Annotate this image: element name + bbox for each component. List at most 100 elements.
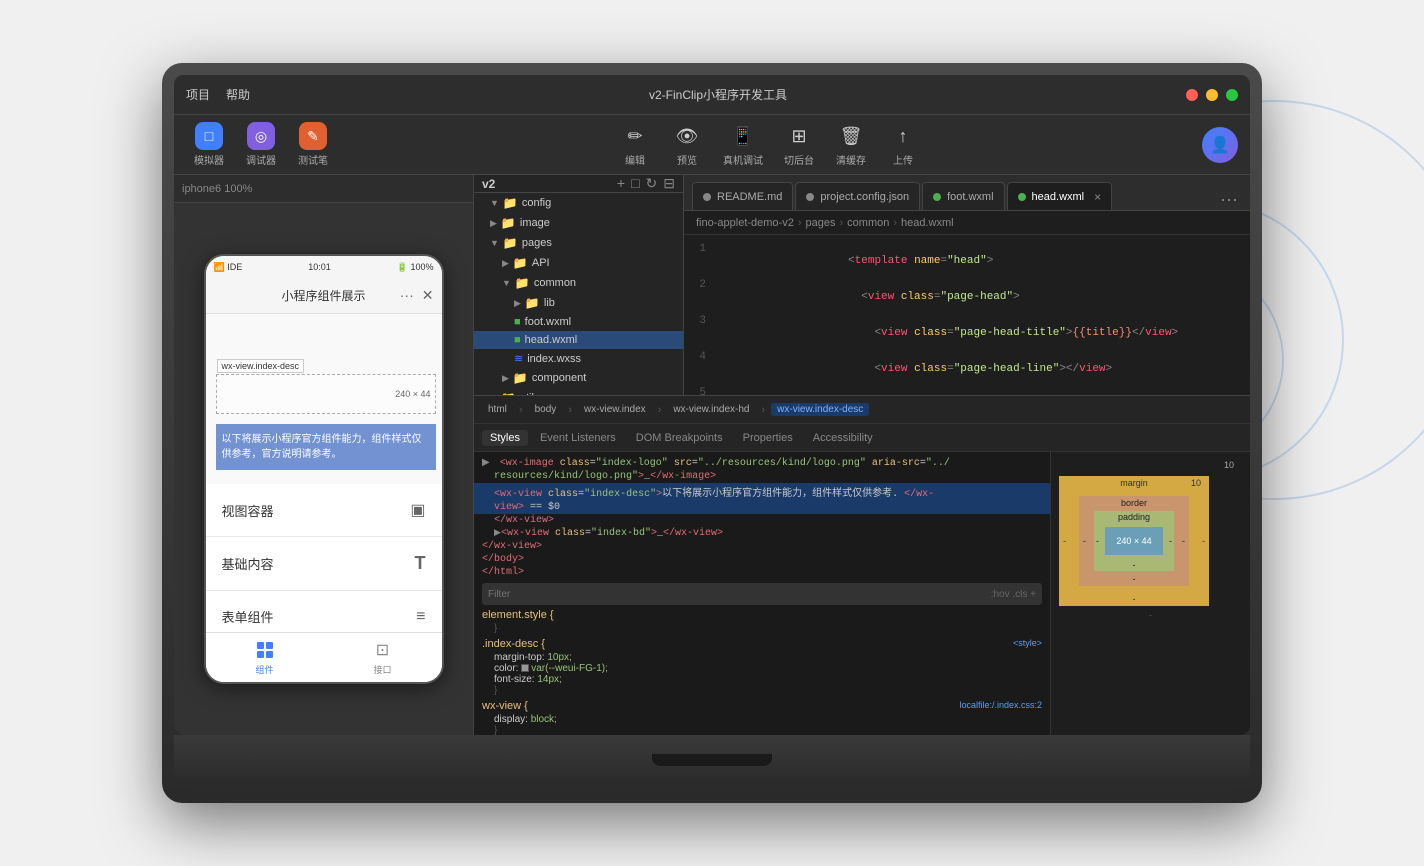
tab-head-wxml[interactable]: head.wxml × [1007, 182, 1113, 210]
debugger-icon: ◎ [247, 122, 275, 150]
menu-item-project[interactable]: 项目 [186, 86, 210, 103]
folder-icon-component: 📁 [513, 371, 528, 385]
test-mode-button[interactable]: ✎ 测试笔 [290, 118, 336, 171]
tree-file-index-wxss[interactable]: ≋ index.wxss [474, 349, 683, 368]
simulator-mode-button[interactable]: □ 模拟器 [186, 118, 232, 171]
maximize-button[interactable] [1226, 89, 1238, 101]
upload-icon: ↑ [887, 122, 919, 150]
element-wx-view-index[interactable]: wx-view.index [578, 403, 652, 416]
tab-properties[interactable]: Properties [735, 430, 801, 446]
folder-icon-image: 📁 [501, 216, 516, 230]
tree-folder-api[interactable]: 📁 API [474, 253, 683, 273]
html-line-9[interactable]: </html> [474, 566, 1050, 579]
tab-event-listeners[interactable]: Event Listeners [532, 430, 624, 446]
tree-file-foot-wxml[interactable]: ■ foot.wxml [474, 313, 683, 331]
css-source-local[interactable]: localfile:/.index.css:2 [959, 700, 1042, 710]
new-folder-icon[interactable]: □ [631, 175, 639, 192]
element-body[interactable]: body [529, 403, 563, 416]
tab-styles[interactable]: Styles [482, 430, 528, 446]
minimize-button[interactable] [1206, 89, 1218, 101]
breadcrumb-pages: pages [806, 217, 836, 229]
refresh-icon[interactable]: ↻ [646, 175, 658, 192]
html-line-6[interactable]: ▶<wx-view class="index-bd">_</wx-view> [474, 527, 1050, 540]
tree-folder-common[interactable]: 📁 common [474, 273, 683, 293]
styles-panel: :hov .cls + element.style { } .index-des… [474, 579, 1050, 735]
menu-label-form: 表单组件 [222, 607, 274, 626]
html-line-7[interactable]: </wx-view> [474, 540, 1050, 553]
tab-components-icon [254, 639, 276, 661]
menu-item-help[interactable]: 帮助 [226, 86, 250, 103]
laptop-notch [652, 754, 772, 766]
tree-folder-image[interactable]: 📁 image [474, 213, 683, 233]
element-wx-view-hd[interactable]: wx-view.index-hd [667, 403, 755, 416]
tab-foot-wxml[interactable]: foot.wxml [922, 182, 1004, 210]
tab-label-project: project.config.json [820, 191, 909, 203]
tab-project-config[interactable]: project.config.json [795, 182, 920, 210]
tab-icon-head [1018, 193, 1026, 201]
chevron-config [490, 198, 499, 208]
menu-icon-form: ≡ [416, 608, 425, 626]
element-html[interactable]: html [482, 403, 513, 416]
css-source-style[interactable]: <style> [1013, 638, 1042, 648]
html-line-5[interactable]: </wx-view> [474, 514, 1050, 527]
tab-readme[interactable]: README.md [692, 182, 793, 210]
collapse-icon[interactable]: ⊟ [663, 175, 675, 192]
tree-folder-component[interactable]: 📁 component [474, 368, 683, 388]
upload-action[interactable]: ↑ 上传 [887, 122, 919, 167]
folder-icon-lib: 📁 [525, 296, 540, 310]
phone-status-bar: 📶 IDE 10:01 🔋 100% [206, 256, 442, 278]
tab-label-readme: README.md [717, 191, 782, 203]
tree-folder-pages[interactable]: 📁 pages [474, 233, 683, 253]
new-file-icon[interactable]: + [617, 175, 625, 192]
device-debug-action[interactable]: 📱 真机调试 [723, 122, 763, 167]
toolbar-mode-buttons: □ 模拟器 ◎ 调试器 ✎ 测试笔 [186, 118, 336, 171]
tree-folder-utils[interactable]: 📁 utils [474, 388, 683, 395]
styles-filter-input[interactable] [488, 589, 991, 600]
path-sep-4: › [761, 404, 765, 416]
box-padding-visual: padding - - - 240 × 44 [1094, 511, 1174, 571]
clear-cache-action[interactable]: 🗑 清缓存 [835, 122, 867, 167]
editor-tabs-more[interactable]: ··· [1216, 189, 1242, 210]
preview-action[interactable]: 👁 预览 [671, 122, 703, 167]
folder-icon-api: 📁 [513, 256, 528, 270]
close-button[interactable] [1186, 89, 1198, 101]
tab-components[interactable]: 组件 [206, 639, 324, 676]
tree-folder-lib[interactable]: 📁 lib [474, 293, 683, 313]
debugger-mode-button[interactable]: ◎ 调试器 [238, 118, 284, 171]
user-avatar[interactable]: 👤 [1202, 127, 1238, 163]
html-line-1[interactable]: ▶ <wx-image class="index-logo" src="../r… [474, 456, 1050, 470]
tab-accessibility[interactable]: Accessibility [805, 430, 881, 446]
tree-file-head-wxml[interactable]: ■ head.wxml [474, 331, 683, 349]
code-editor[interactable]: 1 <template name="head"> 2 <view class="… [684, 235, 1250, 395]
edit-action[interactable]: ✏ 编辑 [619, 122, 651, 167]
folder-label-api: API [532, 257, 550, 269]
background-label: 切后台 [784, 152, 814, 167]
menu-item-basic-content[interactable]: 基础内容 T [206, 537, 442, 591]
tab-close-head[interactable]: × [1094, 190, 1101, 204]
css-prop-display: display: block; [482, 714, 1042, 725]
chevron-image [490, 218, 497, 229]
editor-breadcrumb: fino-applet-demo-v2 › pages › common › h… [684, 211, 1250, 235]
path-sep-2: › [568, 404, 572, 416]
tab-dom-breakpoints[interactable]: DOM Breakpoints [628, 430, 731, 446]
nav-close-icon[interactable]: ✕ [422, 287, 434, 304]
menu-item-view-container[interactable]: 视图容器 ▣ [206, 484, 442, 537]
devtools-element-path: html › body › wx-view.index › wx-view.in… [474, 396, 1250, 424]
html-line-8[interactable]: </body> [474, 553, 1050, 566]
html-line-4[interactable]: view> == $0 [474, 501, 1050, 514]
element-wx-view-desc[interactable]: wx-view.index-desc [771, 403, 869, 416]
time-label: 10:01 [308, 262, 331, 272]
html-line-3[interactable]: <wx-view class="index-desc">以下将展示小程序官方组件… [474, 483, 1050, 501]
phone-nav-bar: 小程序组件展示 ··· ✕ [206, 278, 442, 314]
selected-text-block[interactable]: 以下将展示小程序官方组件能力，组件样式仅供参考，官方说明请参考。 [216, 424, 436, 470]
window-controls [1186, 89, 1238, 101]
devtools-main: ▶ <wx-image class="index-logo" src="../r… [474, 452, 1250, 735]
tree-folder-config[interactable]: 📁 config [474, 193, 683, 213]
nav-more-icon[interactable]: ··· [400, 287, 414, 304]
tab-interface[interactable]: ⊡ 接口 [324, 639, 442, 676]
css-rule-element-style: element.style { } [482, 609, 1042, 634]
background-action[interactable]: ⊞ 切后台 [783, 122, 815, 167]
test-icon: ✎ [299, 122, 327, 150]
html-line-2[interactable]: resources/kind/logo.png">_</wx-image> [474, 470, 1050, 483]
file-tree-actions: + □ ↻ ⊟ [617, 175, 675, 192]
